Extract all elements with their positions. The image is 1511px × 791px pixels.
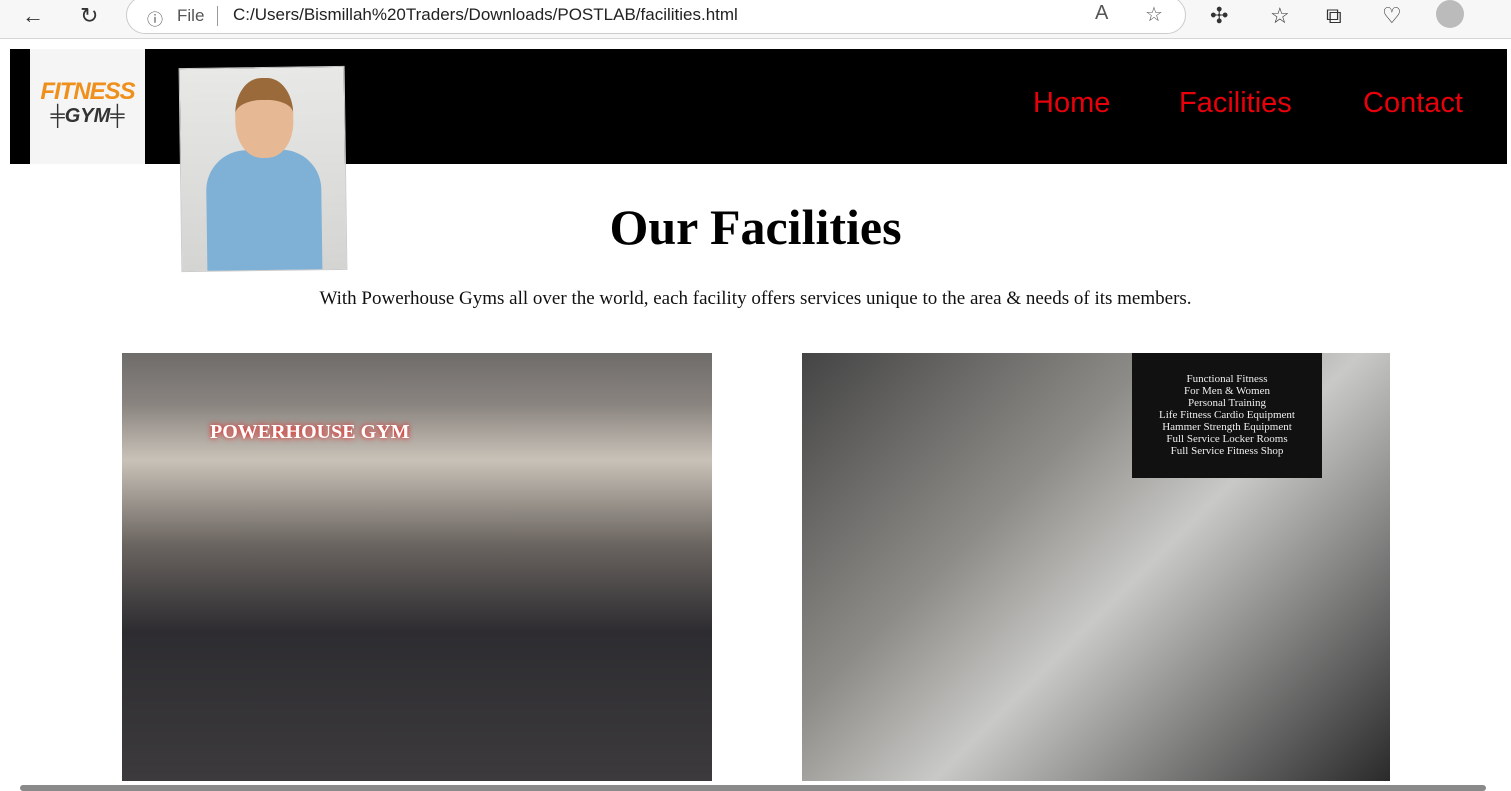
logo-line1: FITNESS xyxy=(40,78,135,105)
sign-line: Functional Fitness xyxy=(1186,373,1268,385)
logo-line2: ╪GYM╪ xyxy=(50,105,125,127)
address-bar[interactable]: ⓘ File C:/Users/Bismillah%20Traders/Down… xyxy=(126,0,1186,34)
trainer-image: Functional Fitness For Men & Women Perso… xyxy=(802,353,1390,781)
collections-icon[interactable]: ⧉ xyxy=(1326,3,1342,29)
horizontal-scrollbar[interactable] xyxy=(20,785,1486,791)
fitness-zone-sign: Functional Fitness For Men & Women Perso… xyxy=(1132,353,1322,478)
reload-icon[interactable]: ↻ xyxy=(80,3,98,29)
scheme-label: File xyxy=(177,6,205,25)
logo-gym-text: GYM xyxy=(64,105,111,127)
nav-home[interactable]: Home xyxy=(1033,87,1110,120)
browser-toolbar: ← ↻ ⓘ File C:/Users/Bismillah%20Traders/… xyxy=(0,0,1511,39)
profile-avatar[interactable] xyxy=(1436,0,1464,28)
divider xyxy=(217,6,218,26)
back-icon[interactable]: ← xyxy=(22,3,44,29)
page-description: With Powerhouse Gyms all over the world,… xyxy=(319,288,1192,309)
gym-sign: POWERHOUSE GYM xyxy=(210,421,410,443)
favorites-icon[interactable]: ☆ xyxy=(1270,3,1290,29)
nav-contact[interactable]: Contact xyxy=(1363,87,1463,120)
star-icon[interactable]: ☆ xyxy=(1145,2,1163,27)
logo[interactable]: FITNESS ╪GYM╪ xyxy=(30,49,145,164)
sign-line: Full Service Locker Rooms xyxy=(1166,433,1288,445)
gym-floor-image: POWERHOUSE GYM xyxy=(122,353,712,781)
extensions-icon[interactable]: ✣ xyxy=(1210,3,1228,29)
info-icon[interactable]: ⓘ xyxy=(147,6,163,30)
sign-line: Personal Training xyxy=(1188,397,1266,409)
photo-head xyxy=(234,77,294,159)
sign-line: Full Service Fitness Shop xyxy=(1170,445,1284,457)
sign-line: For Men & Women xyxy=(1184,385,1270,397)
nav-facilities[interactable]: Facilities xyxy=(1179,87,1292,120)
sign-line: Hammer Strength Equipment xyxy=(1162,421,1292,433)
read-aloud-icon[interactable]: A xyxy=(1095,2,1108,25)
health-icon[interactable]: ♡ xyxy=(1382,3,1402,29)
page-title: Our Facilities xyxy=(609,199,902,255)
sign-line: Life Fitness Cardio Equipment xyxy=(1159,409,1295,421)
url-text[interactable]: C:/Users/Bismillah%20Traders/Downloads/P… xyxy=(233,5,738,25)
